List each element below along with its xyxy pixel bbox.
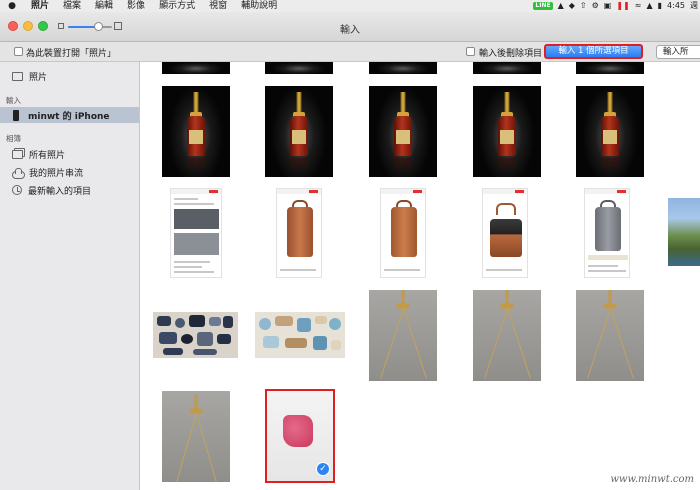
open-photos-checkbox[interactable] <box>14 47 23 56</box>
photo-thumbnail[interactable] <box>162 391 230 482</box>
sidebar-item-label: 照片 <box>29 72 48 83</box>
clock-icon <box>12 185 22 195</box>
import-all-button[interactable]: 輸入所 <box>656 45 700 59</box>
menu-view[interactable]: 顯示方式 <box>152 0 202 12</box>
sidebar-item-label: 我的照片串流 <box>29 168 84 179</box>
sidebar-item-label: 所有照片 <box>29 150 66 161</box>
watermark-text: www.minwt.com <box>610 474 694 485</box>
battery-icon[interactable]: ▮ <box>658 1 662 11</box>
line-app-icon[interactable]: LINE <box>533 2 553 10</box>
window-title: 輸入 <box>340 25 360 36</box>
delete-after-import-checkbox[interactable] <box>466 47 475 56</box>
photo-thumbnail[interactable] <box>576 62 644 74</box>
bottle-graphic <box>497 92 517 158</box>
menu-app-photos[interactable]: 照片 <box>24 0 56 12</box>
sidebar-item-all-photos[interactable]: 所有照片 <box>0 146 139 162</box>
clock-text[interactable]: 4:45 <box>667 1 685 11</box>
import-bar: 為此裝置打開「照片」 輸入後刪除項目 輸入 1 個所選項目 輸入所 <box>0 42 700 62</box>
import-selected-button[interactable]: 輸入 1 個所選項目 <box>544 44 643 59</box>
sidebar-header-import: 輸入 <box>6 96 21 105</box>
recording-icon[interactable]: ❚❚ <box>616 1 629 11</box>
window-toolbar: 輸入 <box>0 12 700 42</box>
photo-thumbnail[interactable] <box>473 62 541 74</box>
photo-thumbnail[interactable] <box>584 188 630 278</box>
sidebar-item-iphone[interactable]: minwt 的 iPhone <box>0 107 139 123</box>
menu-window[interactable]: 視窗 <box>202 0 234 12</box>
menu-bar: ● 照片 檔案 編輯 影像 顯示方式 視窗 輔助說明 LINE ▲ ◆ ⇧ ⚙ … <box>0 0 700 12</box>
bottle-graphic <box>186 92 206 158</box>
bottle-graphic <box>393 92 413 158</box>
delete-after-import-label: 輸入後刪除項目 <box>479 49 543 59</box>
open-photos-label: 為此裝置打開「照片」 <box>26 49 117 59</box>
bottle-graphic <box>289 92 309 158</box>
menu-edit[interactable]: 編輯 <box>88 0 120 12</box>
menu-image[interactable]: 影像 <box>120 0 152 12</box>
apple-menu-icon[interactable]: ● <box>0 1 24 11</box>
photo-thumbnail[interactable] <box>276 188 322 278</box>
photo-thumbnail[interactable] <box>380 188 426 278</box>
volume-icon[interactable]: ▲ <box>646 1 652 11</box>
photo-thumbnail[interactable] <box>576 290 644 381</box>
photo-thumbnail[interactable] <box>473 290 541 381</box>
checkmark-icon[interactable]: ✓ <box>316 462 330 476</box>
sidebar-item-label: 最新輸入的項目 <box>28 186 92 197</box>
status-tray: LINE ▲ ◆ ⇧ ⚙ ▣ ❚❚ ≈ ▲ ▮ 4:45 週 <box>533 0 700 12</box>
photo-thumbnail[interactable] <box>369 290 437 381</box>
photo-thumbnail[interactable] <box>668 198 700 266</box>
photo-thumbnail[interactable] <box>265 86 333 177</box>
display-icon[interactable]: ▣ <box>604 1 612 11</box>
photo-grid: ✓ <box>140 62 700 490</box>
photo-thumbnail[interactable] <box>162 62 230 74</box>
sidebar-item-photos[interactable]: 照片 <box>0 68 139 84</box>
sidebar-item-photo-stream[interactable]: 我的照片串流 <box>0 164 139 180</box>
sidebar-header-albums: 相簿 <box>6 134 21 143</box>
sidebar: 照片 輸入 minwt 的 iPhone 相簿 所有照片 我的照片串流 最新輸入… <box>0 62 140 490</box>
photo-thumbnail[interactable] <box>576 86 644 177</box>
photo-thumbnail[interactable] <box>255 312 345 358</box>
photo-thumbnail[interactable] <box>473 86 541 177</box>
sidebar-item-label: minwt 的 iPhone <box>28 111 110 122</box>
cloud-icon <box>12 167 25 179</box>
photos-icon <box>12 71 23 81</box>
photo-thumbnail[interactable] <box>162 86 230 177</box>
bottle-graphic <box>600 92 620 158</box>
day-text[interactable]: 週 <box>690 1 698 11</box>
sidebar-item-last-import[interactable]: 最新輸入的項目 <box>0 182 139 198</box>
photo-thumbnail[interactable] <box>369 86 437 177</box>
gear-icon[interactable]: ⚙ <box>592 1 599 11</box>
menu-help[interactable]: 輔助說明 <box>234 0 284 12</box>
album-icon <box>12 149 23 159</box>
iphone-icon <box>13 109 19 121</box>
photo-thumbnail[interactable] <box>265 62 333 74</box>
photo-thumbnail[interactable] <box>482 188 528 278</box>
photo-thumbnail[interactable] <box>170 188 222 278</box>
photo-thumbnail[interactable] <box>153 312 238 358</box>
wifi-icon[interactable]: ≈ <box>635 1 642 11</box>
photo-thumbnail[interactable] <box>369 62 437 74</box>
drive-icon[interactable]: ▲ <box>558 1 564 11</box>
upload-icon[interactable]: ⇧ <box>580 1 587 11</box>
menu-file[interactable]: 檔案 <box>56 0 88 12</box>
dropbox-icon[interactable]: ◆ <box>569 1 575 11</box>
